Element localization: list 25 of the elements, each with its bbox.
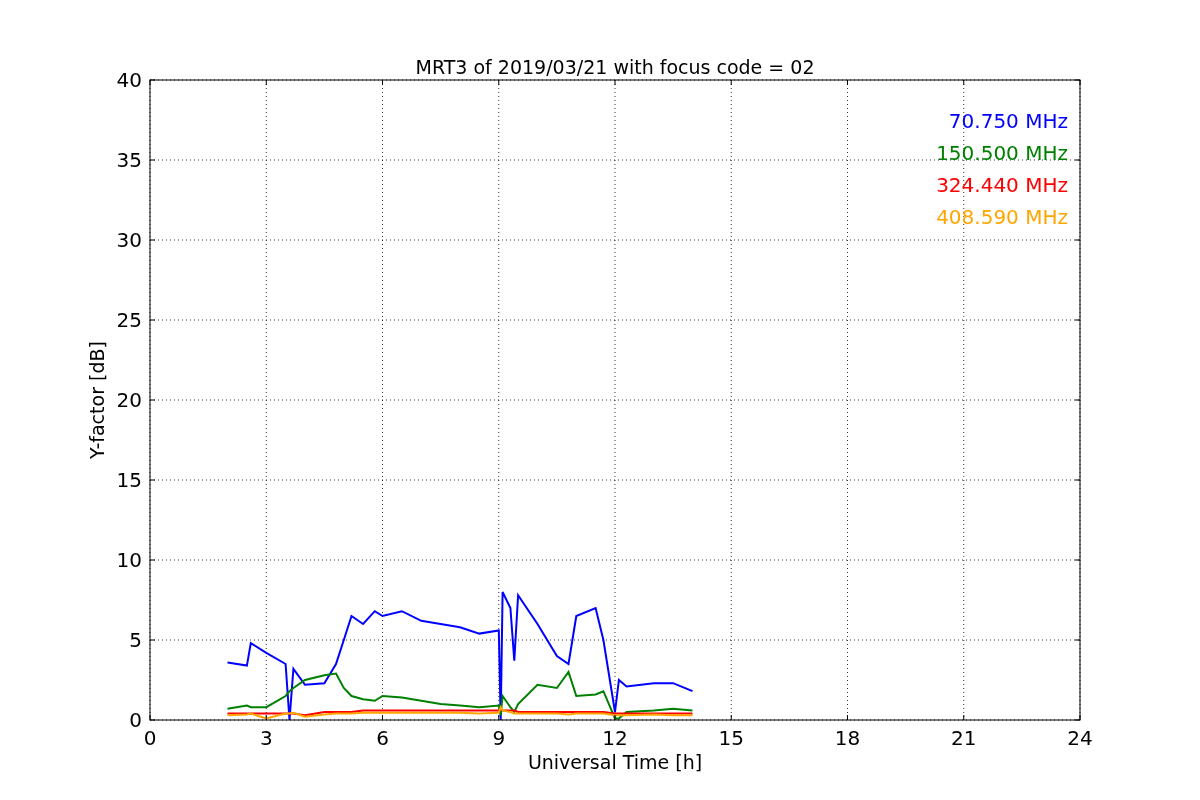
- legend-label: 408.590 MHz: [936, 205, 1068, 229]
- x-tick-label: 12: [602, 726, 628, 750]
- legend-label: 150.500 MHz: [936, 141, 1068, 165]
- x-tick-label: 15: [718, 726, 744, 750]
- y-tick-label: 0: [129, 708, 142, 732]
- x-tick-label: 24: [1067, 726, 1093, 750]
- x-axis-label: Universal Time [h]: [527, 751, 703, 773]
- x-tick-label: 3: [259, 726, 273, 750]
- legend-label: 324.440 MHz: [936, 173, 1068, 197]
- x-tick-label: 6: [376, 726, 389, 750]
- x-tick-label: 18: [834, 726, 861, 750]
- y-tick-label: 10: [116, 548, 142, 572]
- x-tick-label: 21: [951, 726, 977, 750]
- x-tick-label: 0: [143, 726, 157, 750]
- y-tick-label: 40: [116, 68, 142, 92]
- legend-label: 70.750 MHz: [948, 109, 1068, 133]
- x-tick-label: 9: [492, 726, 506, 750]
- y-tick-label: 5: [129, 628, 142, 652]
- y-tick-label: 30: [116, 228, 142, 252]
- y-tick-label: 20: [116, 388, 142, 412]
- y-tick-label: 35: [116, 148, 142, 172]
- y-tick-label: 15: [116, 468, 142, 492]
- chart-title: MRT3 of 2019/03/21 with focus code = 02: [415, 56, 815, 78]
- y-axis-label: Y-factor [dB]: [86, 341, 108, 459]
- y-tick-label: 25: [116, 308, 142, 332]
